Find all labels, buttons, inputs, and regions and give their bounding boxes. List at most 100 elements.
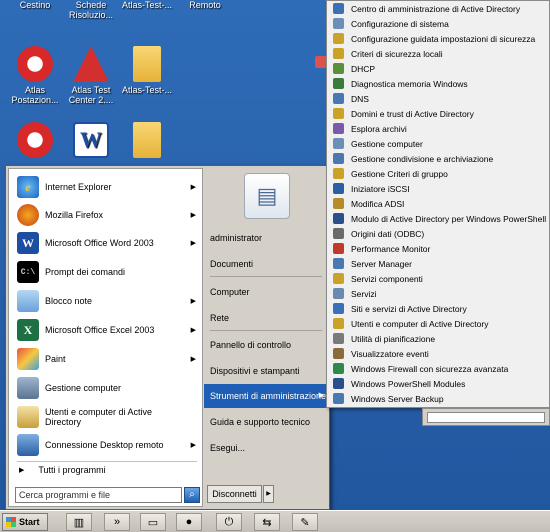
desktop-icon-word-doc[interactable]: W: [60, 122, 122, 161]
program-firefox[interactable]: Mozilla Firefox ▶: [13, 202, 200, 228]
right-item-control-panel[interactable]: Pannello di controllo: [210, 337, 326, 353]
desktop-icon-schede[interactable]: Schede Risoluzio...: [60, 0, 122, 20]
program-excel[interactable]: X Microsoft Office Excel 2003 ▶: [13, 317, 200, 343]
program-label: Internet Explorer: [45, 182, 112, 192]
admin-tool-item[interactable]: Esplora archivi: [329, 121, 549, 136]
admin-tool-item[interactable]: Visualizzatore eventi: [329, 346, 549, 361]
admin-tool-item[interactable]: Gestione Criteri di gruppo: [329, 166, 549, 181]
desktop-icon-folder[interactable]: [116, 122, 178, 161]
admin-tool-item[interactable]: Windows Firewall con sicurezza avanzata: [329, 361, 549, 376]
admin-tool-icon: [333, 123, 344, 134]
internet-explorer-icon: e: [17, 176, 39, 198]
program-notepad[interactable]: Blocco note ▶: [13, 288, 200, 314]
command-prompt-icon: C:\: [17, 261, 39, 283]
admin-tool-item[interactable]: Gestione condivisione e archiviazione: [329, 151, 549, 166]
admin-tool-item[interactable]: Server Manager: [329, 256, 549, 271]
admin-tool-item[interactable]: Performance Monitor: [329, 241, 549, 256]
right-item-devices-printers[interactable]: Dispositivi e stampanti: [210, 363, 326, 379]
desktop-icon-atlas-test-center[interactable]: Atlas Test Center 2....: [60, 46, 122, 105]
admin-tool-icon: [333, 18, 344, 29]
admin-tool-item[interactable]: DNS: [329, 91, 549, 106]
desktop-icon-atlas-test-1[interactable]: Atlas-Test-...: [116, 0, 178, 10]
admin-tool-item[interactable]: Configurazione di sistema: [329, 16, 549, 31]
admin-tool-item[interactable]: Servizi: [329, 286, 549, 301]
folder-icon: [133, 46, 161, 82]
taskbar-powershell-icon[interactable]: »: [104, 513, 130, 531]
taskbar-power-tool-icon[interactable]: ⏻: [216, 513, 242, 531]
admin-tool-item[interactable]: DHCP: [329, 61, 549, 76]
start-menu: e Internet Explorer ▶ Mozilla Firefox ▶ …: [5, 165, 330, 510]
submenu-arrow-icon: ▶: [318, 392, 324, 399]
program-ad-users[interactable]: Utenti e computer di Active Directory: [13, 402, 200, 432]
desktop-icon-shutdown-tool[interactable]: [4, 122, 66, 161]
program-label: Gestione computer: [45, 383, 122, 393]
submenu-arrow-icon: ▶: [190, 327, 196, 334]
admin-tool-item[interactable]: Servizi componenti: [329, 271, 549, 286]
admin-tool-item[interactable]: Centro di amministrazione di Active Dire…: [329, 1, 549, 16]
program-label: Connessione Desktop remoto: [45, 440, 164, 450]
start-label: Start: [19, 517, 40, 527]
divider: [210, 276, 322, 277]
admin-tool-item[interactable]: Modulo di Active Directory per Windows P…: [329, 211, 549, 226]
admin-tool-item[interactable]: Domini e trust di Active Directory: [329, 106, 549, 121]
all-programs-button[interactable]: ▶ Tutti i programmi: [19, 465, 106, 475]
program-command-prompt[interactable]: C:\ Prompt dei comandi: [13, 259, 200, 285]
admin-tool-label: Diagnostica memoria Windows: [351, 78, 468, 89]
admin-tool-label: Windows Firewall con sicurezza avanzata: [351, 363, 509, 374]
admin-tool-item[interactable]: Origini dati (ODBC): [329, 226, 549, 241]
admin-tool-item[interactable]: Modifica ADSI: [329, 196, 549, 211]
right-item-computer[interactable]: Computer: [210, 284, 326, 300]
admin-tool-item[interactable]: Windows Server Backup: [329, 391, 549, 406]
submenu-footer: [422, 408, 550, 426]
admin-tool-item[interactable]: Gestione computer: [329, 136, 549, 151]
right-item-documents[interactable]: Documenti: [210, 256, 326, 272]
desktop-icon-label: Atlas-Test-...: [121, 0, 172, 10]
admin-tool-label: Windows PowerShell Modules: [351, 378, 466, 389]
logoff-button[interactable]: Disconnetti: [207, 485, 262, 503]
logoff-options-arrow-icon[interactable]: ▶: [263, 485, 274, 503]
desktop-icon-recycle-bin[interactable]: Cestino: [4, 0, 66, 10]
admin-tool-label: Modulo di Active Directory per Windows P…: [351, 213, 547, 224]
taskbar-server-manager-icon[interactable]: ▥: [66, 513, 92, 531]
admin-tool-icon: [333, 138, 344, 149]
taskbar-notepad-icon[interactable]: ✎: [292, 513, 318, 531]
admin-tool-item[interactable]: Diagnostica memoria Windows: [329, 76, 549, 91]
desktop-icon-atlas-postazione[interactable]: Atlas Postazion...: [4, 46, 66, 105]
right-item-run[interactable]: Esegui...: [210, 440, 326, 456]
desktop-icon-atlas-test-2[interactable]: Atlas-Test-...: [116, 46, 178, 95]
taskbar-explorer-folder-icon[interactable]: ▭: [140, 513, 166, 531]
program-paint[interactable]: Paint ▶: [13, 346, 200, 372]
submenu-arrow-icon: ▶: [190, 298, 196, 305]
taskbar-teamviewer-icon[interactable]: ⇆: [254, 513, 280, 531]
right-item-help[interactable]: Guida e supporto tecnico: [210, 414, 326, 430]
program-computer-management[interactable]: Gestione computer: [13, 375, 200, 401]
paint-icon: [17, 348, 39, 370]
admin-tool-label: Iniziatore iSCSI: [351, 183, 410, 194]
desktop-icon-label: Atlas-Test-...: [121, 85, 172, 95]
word-icon: W: [17, 232, 39, 254]
right-item-network[interactable]: Rete: [210, 310, 326, 326]
program-internet-explorer[interactable]: e Internet Explorer ▶: [13, 174, 200, 200]
search-input[interactable]: Cerca programmi e file: [15, 487, 182, 503]
server-manager-icon: [17, 377, 39, 399]
taskbar-firefox-icon[interactable]: ●: [176, 513, 202, 531]
right-item-admin-tools[interactable]: Strumenti di amministrazione ▶: [204, 384, 329, 408]
start-button[interactable]: Start: [2, 513, 48, 531]
admin-tool-item[interactable]: Iniziatore iSCSI: [329, 181, 549, 196]
admin-tool-label: Configurazione di sistema: [351, 18, 449, 29]
admin-tool-item[interactable]: Configurazione guidata impostazioni di s…: [329, 31, 549, 46]
admin-tool-item[interactable]: Windows PowerShell Modules: [329, 376, 549, 391]
admin-tool-icon: [333, 63, 344, 74]
admin-tools-submenu: Centro di amministrazione di Active Dire…: [326, 0, 550, 408]
right-item-administrator[interactable]: administrator: [210, 230, 326, 246]
search-icon[interactable]: ⌕: [184, 487, 200, 503]
admin-tool-icon: [333, 273, 344, 284]
admin-tool-item[interactable]: Criteri di sicurezza locali: [329, 46, 549, 61]
program-word[interactable]: W Microsoft Office Word 2003 ▶: [13, 230, 200, 256]
admin-tool-item[interactable]: Utilità di pianificazione: [329, 331, 549, 346]
desktop-icon-remoto[interactable]: Remoto: [174, 0, 236, 10]
program-remote-desktop[interactable]: Connessione Desktop remoto ▶: [13, 432, 200, 458]
admin-tool-item[interactable]: Siti e servizi di Active Directory: [329, 301, 549, 316]
excel-icon: X: [17, 319, 39, 341]
admin-tool-item[interactable]: Utenti e computer di Active Directory: [329, 316, 549, 331]
